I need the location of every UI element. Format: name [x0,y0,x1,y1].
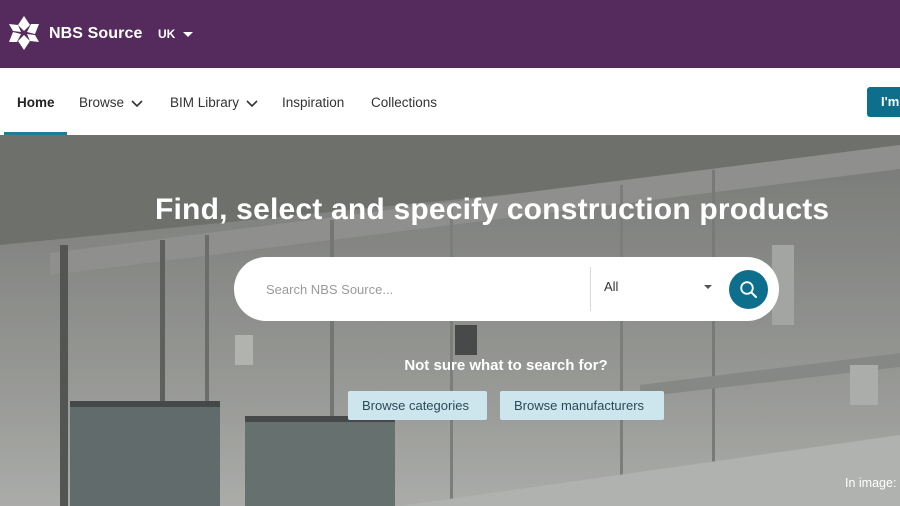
caret-down-icon [704,285,712,289]
search-input[interactable] [266,277,586,301]
cta-button[interactable]: I'm [867,87,900,117]
search-button[interactable] [729,270,768,309]
search-scope-select[interactable]: All [604,279,712,299]
brand-name[interactable]: NBS Source [49,25,142,43]
caret-down-icon [183,32,194,37]
nav-item-browse[interactable]: Browse [79,95,144,110]
nav-item-bim-library[interactable]: BIM Library [170,95,259,110]
nav-item-label: Inspiration [282,95,345,110]
nav-item-label: Home [17,95,55,110]
search-icon [740,281,757,298]
main-nav: Home Browse BIM Library Inspiration Coll… [0,68,900,135]
chevron-down-icon [131,99,143,107]
nav-item-home[interactable]: Home [17,95,55,110]
image-credit: In image: [845,476,897,490]
browse-manufacturers-button[interactable]: Browse manufacturers [500,391,664,420]
top-header: NBS Source UK [0,0,900,68]
nav-item-label: Browse [79,95,125,110]
search-help-prompt: Not sure what to search for? [404,357,608,374]
hero-section: Find, select and specify construction pr… [0,135,900,506]
nav-item-inspiration[interactable]: Inspiration [282,95,344,110]
nav-item-collections[interactable]: Collections [371,95,437,110]
nav-item-label: Collections [371,95,438,110]
hero-headline: Find, select and specify construction pr… [155,193,830,226]
search-divider [590,267,591,311]
region-label: UK [158,27,176,41]
region-selector[interactable]: UK [158,27,194,41]
search-bar: All [234,257,779,321]
nbs-logo-icon[interactable] [4,13,44,53]
chevron-down-icon [246,99,258,107]
nav-item-label: BIM Library [170,95,240,110]
search-scope-value: All [604,279,619,294]
browse-categories-button[interactable]: Browse categories [348,391,487,420]
